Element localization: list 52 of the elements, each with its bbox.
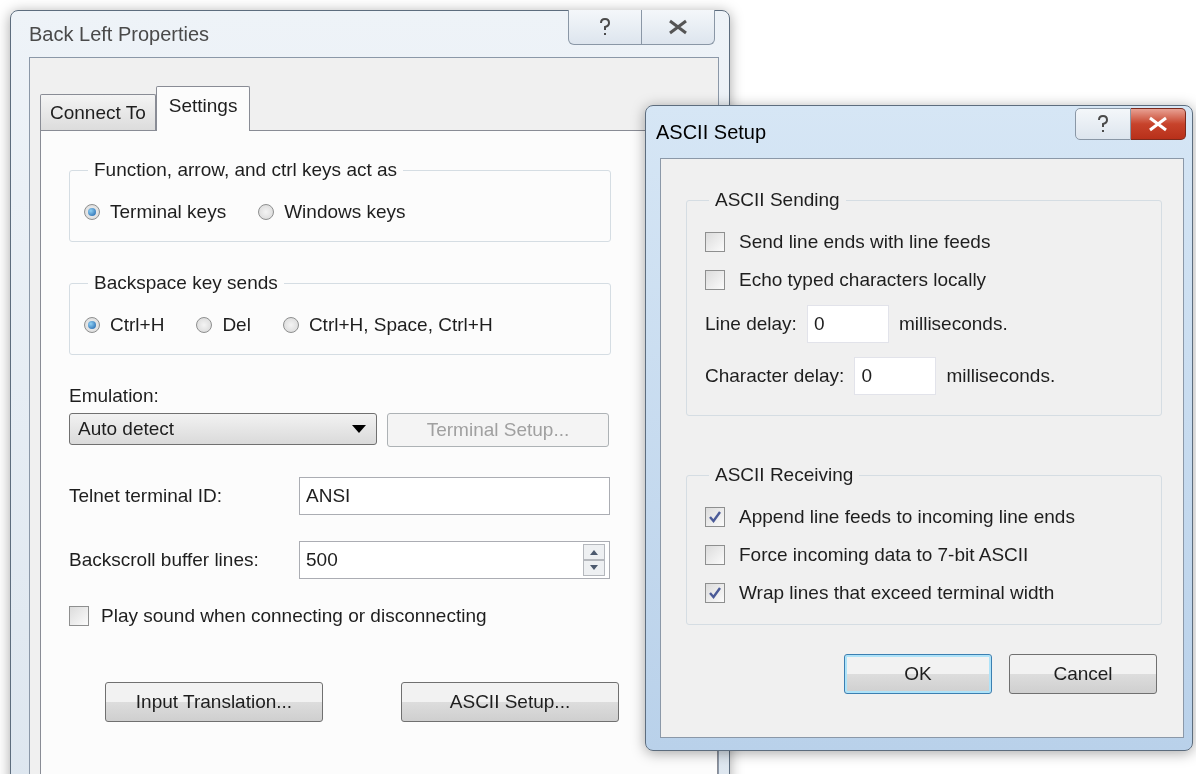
close-button[interactable] (1131, 108, 1186, 140)
checkbox-label: Append line feeds to incoming line ends (739, 506, 1075, 528)
spinner-arrows-icon[interactable] (583, 544, 605, 576)
radio-label: Del (222, 314, 251, 336)
help-button[interactable] (1075, 108, 1131, 140)
dialog-button[interactable]: ASCII Setup... (401, 682, 619, 722)
field-label: Character delay: (705, 365, 845, 387)
radio-button[interactable] (282, 317, 299, 333)
checkbox-label: Force incoming data to 7-bit ASCII (739, 544, 1029, 566)
radio-button[interactable] (258, 204, 275, 220)
close-icon (667, 19, 689, 35)
checkbox-label: Send line ends with line feeds (739, 231, 991, 253)
radio-label: Ctrl+H, Space, Ctrl+H (308, 314, 493, 336)
radio-label: Ctrl+H (110, 314, 165, 336)
checkbox[interactable] (705, 270, 725, 290)
help-icon (1096, 114, 1110, 134)
radio-label: Windows keys (284, 201, 406, 223)
checkbox-label: Wrap lines that exceed terminal width (739, 582, 1055, 604)
input-field[interactable]: 0 (806, 305, 889, 343)
checkbox-label: Echo typed characters locally (739, 269, 987, 291)
close-icon (1147, 116, 1169, 132)
checkbox[interactable] (705, 507, 725, 527)
unit-label: milliseconds. (946, 365, 1056, 387)
help-icon (598, 17, 612, 37)
input-field[interactable]: 500 (299, 541, 610, 579)
field-label: Emulation: (69, 385, 159, 407)
group-title: ASCII Receiving (714, 464, 855, 486)
group-title: ASCII Sending (714, 189, 841, 211)
checkbox-label: Play sound when connecting or disconnecting (101, 605, 487, 627)
window-title: ASCII Setup (656, 120, 767, 144)
field-label: Line delay: (705, 313, 797, 335)
radio-button[interactable] (84, 317, 100, 333)
group-title: Function, arrow, and ctrl keys act as (93, 159, 399, 181)
checkbox[interactable] (705, 232, 725, 252)
field-label: Telnet terminal ID: (69, 485, 223, 506)
dialog-button[interactable]: OK (844, 654, 992, 694)
unit-label: milliseconds. (898, 313, 1008, 335)
caret-icon (352, 425, 366, 433)
group-title: Backspace key sends (93, 272, 279, 294)
checkbox[interactable] (705, 583, 725, 603)
dialog-button[interactable]: Input Translation... (105, 682, 323, 722)
window-title: Back Left Properties (29, 22, 210, 46)
radio-button[interactable] (84, 204, 100, 220)
checkbox[interactable] (705, 545, 725, 565)
input-field[interactable]: ANSI (299, 477, 610, 515)
radio-button[interactable] (196, 317, 213, 333)
checkbox[interactable] (69, 606, 89, 626)
field-label: Backscroll buffer lines: (69, 549, 259, 570)
dialog-button[interactable]: Cancel (1009, 654, 1157, 694)
emulation-dropdown[interactable]: Auto detect (69, 413, 377, 445)
input-field[interactable]: 0 (854, 357, 937, 395)
radio-label: Terminal keys (110, 201, 227, 223)
